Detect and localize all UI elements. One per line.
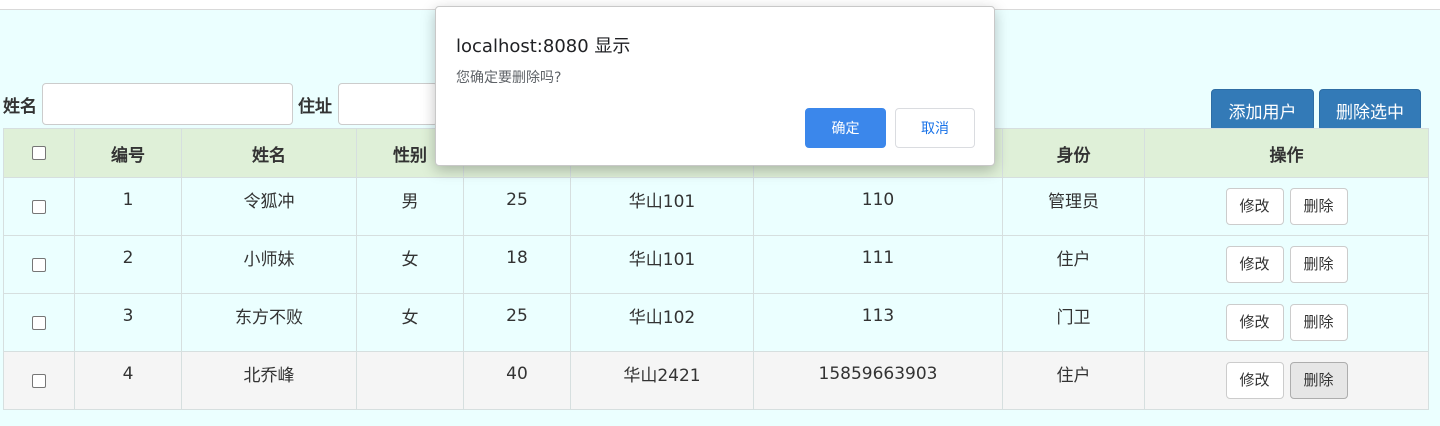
confirm-ok-button[interactable]: 确定 <box>805 108 886 148</box>
cell-id: 4 <box>122 363 134 384</box>
cell-age: 25 <box>506 189 528 210</box>
add-user-button[interactable]: 添加用户 <box>1211 89 1314 131</box>
user-table: 编号 姓名 性别 年龄 住址 电话 身份 操作 1 令狐冲 男 25 华山101… <box>3 128 1429 410</box>
cell-id: 2 <box>122 247 134 268</box>
cell-name: 小师妹 <box>243 250 295 270</box>
cell-name: 东方不败 <box>235 308 303 328</box>
table-row: 3 东方不败 女 25 华山102 113 门卫 修改 删除 <box>3 293 1429 352</box>
delete-selected-button[interactable]: 删除选中 <box>1319 89 1421 131</box>
row-checkbox[interactable] <box>32 373 46 388</box>
row-checkbox[interactable] <box>32 257 46 272</box>
cell-name: 北乔峰 <box>243 366 295 386</box>
select-all-cell[interactable] <box>3 128 75 178</box>
select-all-checkbox[interactable] <box>32 146 46 160</box>
cell-phone: 113 <box>861 305 895 326</box>
cell-age: 25 <box>506 305 528 326</box>
cell-id: 3 <box>122 305 134 326</box>
delete-button[interactable]: 删除 <box>1289 188 1348 225</box>
table-row: 2 小师妹 女 18 华山101 111 住户 修改 删除 <box>3 235 1429 294</box>
address-search-input[interactable] <box>338 83 438 125</box>
cell-gender: 女 <box>401 250 419 270</box>
cell-gender: 男 <box>401 192 419 212</box>
column-header: 操作 <box>1144 128 1429 178</box>
column-header: 姓名 <box>181 128 357 178</box>
row-checkbox[interactable] <box>32 199 46 214</box>
dialog-message: 您确定要删除吗? <box>456 70 562 86</box>
column-header: 编号 <box>74 128 182 178</box>
table-row: 1 令狐冲 男 25 华山101 110 管理员 修改 删除 <box>3 177 1429 236</box>
cell-age: 40 <box>506 363 528 384</box>
edit-button[interactable]: 修改 <box>1225 304 1284 341</box>
cell-name: 令狐冲 <box>243 192 295 212</box>
cell-address: 华山101 <box>628 250 696 270</box>
cell-gender: 女 <box>401 308 419 328</box>
cell-role: 门卫 <box>1056 308 1091 328</box>
row-checkbox[interactable] <box>32 315 46 330</box>
cell-address: 华山2421 <box>623 366 701 386</box>
cell-role: 住户 <box>1056 366 1091 386</box>
edit-button[interactable]: 修改 <box>1225 246 1284 283</box>
name-search-label: 姓名 <box>3 97 37 117</box>
name-search-input[interactable] <box>42 83 293 125</box>
cell-address: 华山101 <box>628 192 696 212</box>
cell-phone: 111 <box>861 247 895 268</box>
delete-button[interactable]: 删除 <box>1289 246 1348 283</box>
confirm-cancel-button[interactable]: 取消 <box>895 108 975 148</box>
column-header: 身份 <box>1002 128 1145 178</box>
delete-button[interactable]: 删除 <box>1289 362 1348 399</box>
cell-address: 华山102 <box>628 308 696 328</box>
cell-role: 管理员 <box>1048 192 1099 212</box>
cell-role: 住户 <box>1056 250 1091 270</box>
edit-button[interactable]: 修改 <box>1225 188 1284 225</box>
cell-phone: 110 <box>861 189 895 210</box>
edit-button[interactable]: 修改 <box>1225 362 1284 399</box>
cell-phone: 15859663903 <box>818 363 938 384</box>
table-row: 4 北乔峰 40 华山2421 15859663903 住户 修改 删除 <box>3 351 1429 410</box>
delete-button[interactable]: 删除 <box>1289 304 1348 341</box>
cell-age: 18 <box>506 247 528 268</box>
confirm-dialog: localhost:8080 显示 您确定要删除吗? 确定 取消 <box>435 6 995 166</box>
cell-id: 1 <box>122 189 134 210</box>
dialog-title: localhost:8080 显示 <box>456 36 631 57</box>
address-search-label: 住址 <box>298 97 332 117</box>
